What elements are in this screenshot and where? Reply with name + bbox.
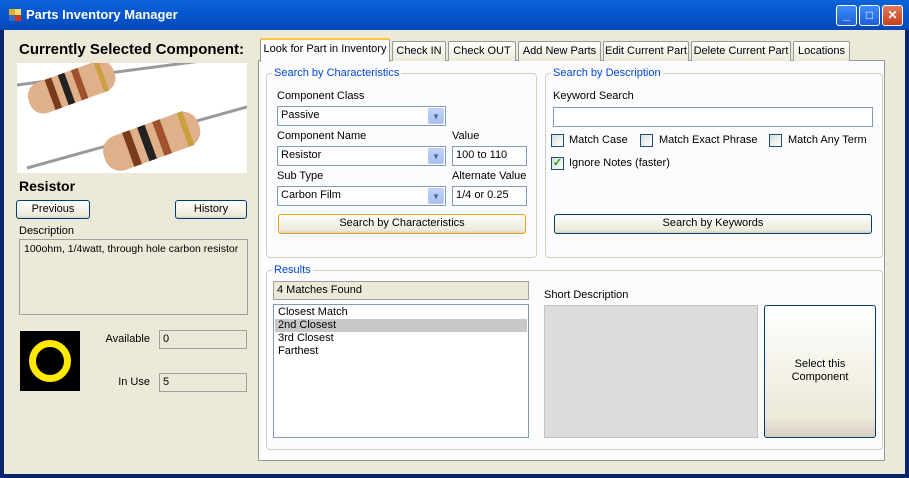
results-group-title: Results — [272, 264, 313, 276]
close-icon: ✕ — [887, 8, 898, 22]
description-label: Description — [19, 225, 75, 237]
ignore-notes-checkbox[interactable]: ✓ — [551, 157, 564, 170]
checkmark-icon: ✓ — [552, 157, 563, 169]
component-name: Resistor — [19, 178, 76, 194]
match-any-term-label: Match Any Term — [788, 134, 867, 146]
client-area: Currently Selected Component: Resistor P… — [4, 30, 905, 474]
component-class-value: Passive — [281, 109, 320, 121]
in-use-label: In Use — [118, 376, 150, 388]
description-box[interactable]: 100ohm, 1/4watt, through hole carbon res… — [19, 239, 248, 315]
window-title: Parts Inventory Manager — [26, 7, 178, 22]
short-description-box[interactable] — [544, 305, 758, 438]
title-bar[interactable]: Parts Inventory Manager _ □ ✕ — [0, 0, 909, 30]
search-characteristics-button[interactable]: Search by Characteristics — [278, 214, 526, 234]
sub-type-select[interactable]: Carbon Film ▼ — [277, 186, 446, 206]
select-component-button[interactable]: Select this Component — [764, 305, 876, 438]
match-any-term-checkbox[interactable] — [769, 134, 782, 147]
sub-type-value: Carbon Film — [281, 189, 341, 201]
keyword-search-label: Keyword Search — [553, 90, 634, 102]
short-description-label: Short Description — [544, 289, 629, 301]
list-item[interactable]: Closest Match — [275, 306, 527, 319]
chevron-down-icon[interactable]: ▼ — [428, 188, 444, 204]
minimize-button[interactable]: _ — [836, 5, 857, 26]
tab-check-in[interactable]: Check IN — [392, 41, 446, 61]
select-component-label-line1: Select this — [794, 358, 846, 370]
alternate-value-label: Alternate Value — [452, 170, 527, 182]
component-name-label: Component Name — [277, 130, 367, 142]
characteristics-group-title: Search by Characteristics — [272, 67, 402, 79]
match-case-label: Match Case — [569, 134, 628, 146]
component-name-select[interactable]: Resistor ▼ — [277, 146, 446, 166]
in-use-field[interactable]: 5 — [159, 373, 247, 392]
previous-button[interactable]: Previous — [16, 200, 90, 219]
tab-locations[interactable]: Locations — [793, 41, 850, 61]
resistor-photo — [17, 63, 247, 171]
value-input[interactable]: 100 to 110 — [452, 146, 527, 166]
app-window: Parts Inventory Manager _ □ ✕ Currently … — [0, 0, 909, 478]
list-item[interactable]: 2nd Closest — [275, 319, 527, 332]
list-item[interactable]: Farthest — [275, 345, 527, 358]
maximize-button[interactable]: □ — [859, 5, 880, 26]
ignore-notes-label: Ignore Notes (faster) — [569, 157, 670, 169]
search-keywords-button[interactable]: Search by Keywords — [554, 214, 872, 234]
current-component-label: Currently Selected Component: — [19, 41, 245, 58]
tab-add-new-parts[interactable]: Add New Parts — [518, 41, 601, 61]
app-icon — [9, 9, 21, 21]
close-button[interactable]: ✕ — [882, 5, 903, 26]
tab-edit-current-part[interactable]: Edit Current Part — [603, 41, 689, 61]
status-ring-icon — [20, 331, 80, 391]
tab-delete-current-part[interactable]: Delete Current Part — [691, 41, 791, 61]
match-case-checkbox[interactable] — [551, 134, 564, 147]
component-name-value: Resistor — [281, 149, 322, 161]
match-exact-phrase-label: Match Exact Phrase — [659, 134, 758, 146]
component-class-select[interactable]: Passive ▼ — [277, 106, 446, 126]
select-component-label-line2: Component — [791, 371, 849, 383]
match-exact-phrase-checkbox[interactable] — [640, 134, 653, 147]
results-list[interactable]: Closest Match 2nd Closest 3rd Closest Fa… — [273, 304, 529, 438]
keyword-search-input[interactable] — [553, 107, 873, 127]
alternate-value-input[interactable]: 1/4 or 0.25 — [452, 186, 527, 206]
chevron-down-icon[interactable]: ▼ — [428, 148, 444, 164]
history-button[interactable]: History — [175, 200, 247, 219]
minimize-icon: _ — [843, 8, 850, 22]
tab-check-out[interactable]: Check OUT — [448, 41, 516, 61]
sub-type-label: Sub Type — [277, 170, 324, 182]
component-image — [17, 63, 247, 173]
chevron-down-icon[interactable]: ▼ — [428, 108, 444, 124]
available-label: Available — [105, 333, 150, 345]
maximize-icon: □ — [865, 8, 874, 22]
list-item[interactable]: 3rd Closest — [275, 332, 527, 345]
value-label: Value — [452, 130, 480, 142]
description-search-group-title: Search by Description — [551, 67, 663, 79]
results-count: 4 Matches Found — [273, 281, 529, 300]
available-field[interactable]: 0 — [159, 330, 247, 349]
tab-look-for-part[interactable]: Look for Part in Inventory — [260, 38, 390, 62]
component-class-label: Component Class — [277, 90, 365, 102]
